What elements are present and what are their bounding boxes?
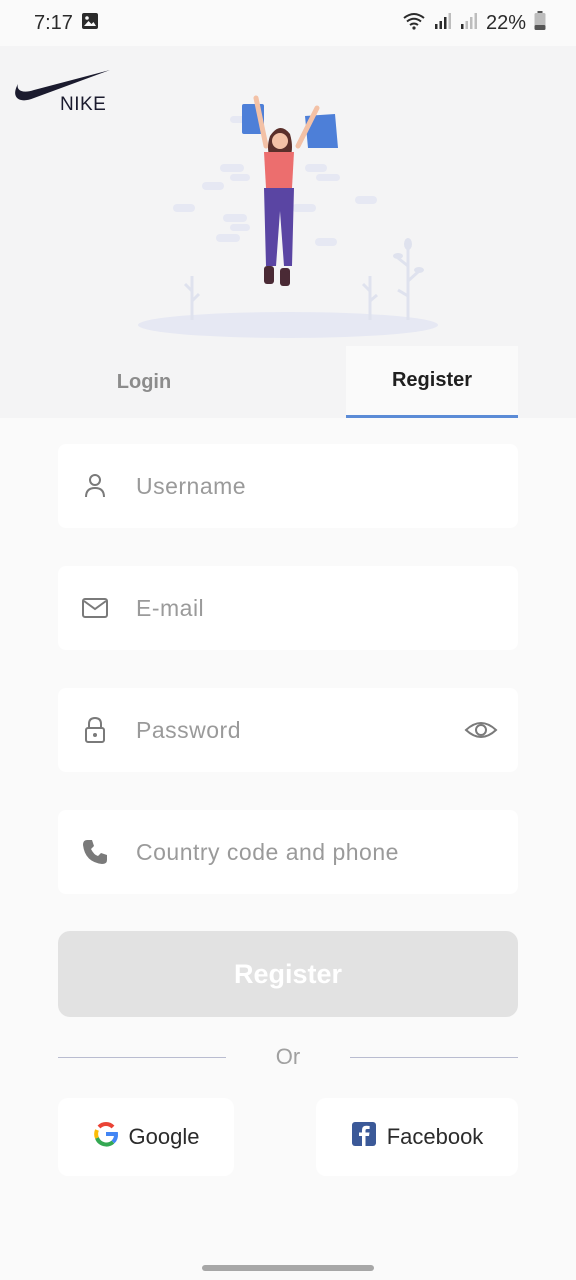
mail-icon: [80, 593, 110, 623]
password-field[interactable]: Password: [58, 688, 518, 772]
image-icon: [81, 12, 99, 35]
password-placeholder: Password: [136, 716, 241, 743]
signal-icon-2: [460, 12, 478, 35]
home-indicator[interactable]: [202, 1265, 374, 1271]
divider-line-right: [350, 1057, 518, 1058]
lock-icon: [80, 715, 110, 745]
facebook-icon: [351, 1121, 377, 1153]
or-divider: Or: [58, 1040, 518, 1076]
status-bar: 7:17 22%: [0, 0, 576, 46]
auth-tabs: Login Register: [0, 346, 576, 418]
register-button[interactable]: Register: [58, 931, 518, 1017]
facebook-button[interactable]: Facebook: [316, 1098, 518, 1176]
battery-icon: [534, 10, 546, 36]
hero-section: NIKE Login Register: [0, 46, 576, 418]
eye-icon[interactable]: [464, 718, 498, 742]
shopping-woman-illustration: [138, 95, 438, 338]
facebook-label: Facebook: [386, 1124, 484, 1149]
wifi-icon: [402, 12, 426, 35]
status-right: 22%: [402, 10, 546, 36]
tab-register[interactable]: Register: [346, 346, 518, 418]
person-icon: [80, 471, 110, 501]
google-label: Google: [128, 1124, 200, 1149]
email-field[interactable]: E-mail: [58, 566, 518, 650]
phone-field[interactable]: Country code and phone: [58, 810, 518, 894]
phone-icon: [80, 837, 110, 867]
signal-icon: [434, 12, 452, 35]
username-field[interactable]: Username: [58, 444, 518, 528]
phone-placeholder: Country code and phone: [136, 838, 399, 865]
google-button[interactable]: Google: [58, 1098, 234, 1176]
logo-text: NIKE: [60, 94, 107, 115]
status-time: 7:17: [34, 11, 73, 34]
battery-percent: 22%: [485, 11, 526, 34]
google-icon: [93, 1121, 119, 1153]
username-placeholder: Username: [136, 472, 247, 499]
tab-login[interactable]: Login: [0, 346, 288, 418]
status-left: 7:17: [34, 12, 99, 35]
email-placeholder: E-mail: [136, 594, 205, 621]
